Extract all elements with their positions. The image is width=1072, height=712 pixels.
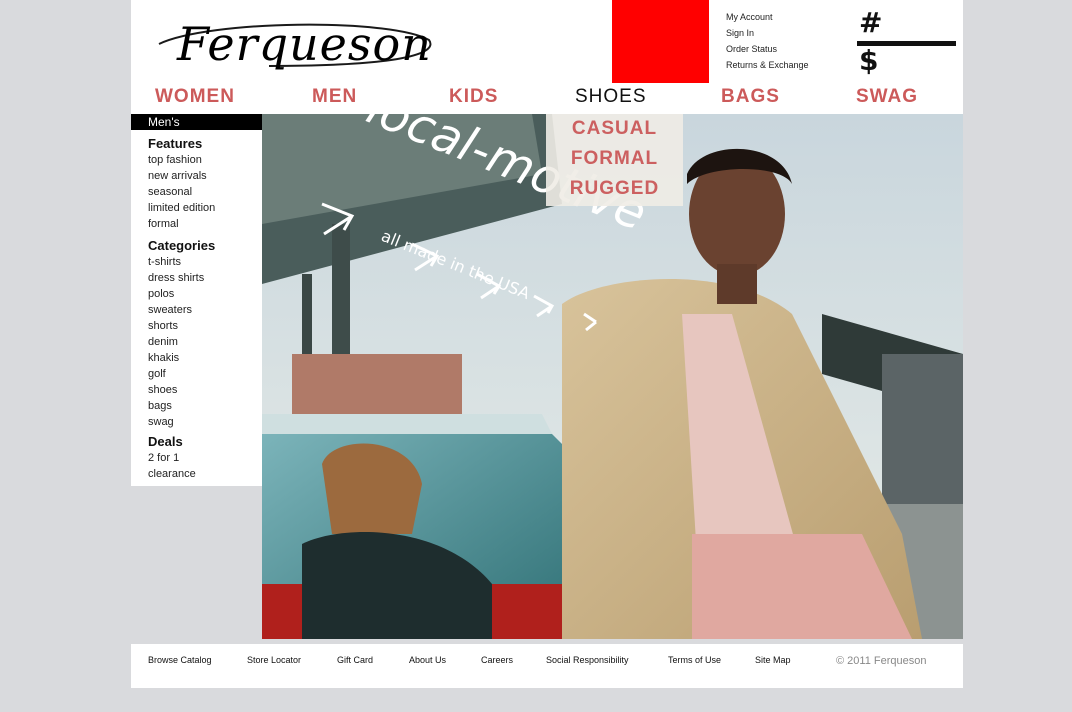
shoes-formal[interactable]: FORMAL	[546, 144, 683, 174]
categories-title: Categories	[148, 238, 216, 253]
sidebar-item-2-for-1[interactable]: 2 for 1	[148, 451, 215, 467]
sidebar-item-t-shirts[interactable]: t-shirts	[148, 255, 215, 271]
sidebar-item-seasonal[interactable]: seasonal	[148, 185, 215, 201]
footer-site-map[interactable]: Site Map	[755, 655, 791, 665]
sidebar-header: Men's	[131, 114, 262, 130]
footer-gift-card[interactable]: Gift Card	[337, 655, 373, 665]
nav-shoes[interactable]: SHOES	[575, 86, 647, 108]
sidebar-list: Features top fashion new arrivals season…	[148, 135, 215, 483]
sidebar-item-top-fashion[interactable]: top fashion	[148, 153, 215, 169]
copyright: © 2011 Ferqueson	[836, 655, 927, 667]
sidebar-item-sweaters[interactable]: sweaters	[148, 303, 215, 319]
footer-careers[interactable]: Careers	[481, 655, 513, 665]
sidebar-item-clearance[interactable]: clearance	[148, 467, 215, 483]
nav-bags[interactable]: BAGS	[721, 86, 780, 108]
sidebar-item-khakis[interactable]: khakis	[148, 351, 215, 367]
logo[interactable]: Ferqueson	[149, 10, 439, 78]
red-promo-block	[612, 0, 709, 83]
order-status-link[interactable]: Order Status	[726, 42, 809, 58]
sidebar-item-golf[interactable]: golf	[148, 367, 215, 383]
nav-women[interactable]: WOMEN	[155, 86, 235, 108]
site-footer: Browse Catalog Store Locator Gift Card A…	[131, 644, 963, 688]
returns-exchange-link[interactable]: Returns & Exchange	[726, 58, 809, 74]
logo-swash: Ferqueson	[158, 17, 432, 71]
sidebar-item-swag[interactable]: swag	[148, 415, 215, 431]
footer-store-locator[interactable]: Store Locator	[247, 655, 301, 665]
page-container: Ferqueson My Account Sign In Order Statu…	[131, 0, 963, 712]
shoes-dropdown: CASUAL FORMAL RUGGED	[546, 114, 683, 206]
sidebar: Men's Features top fashion new arrivals …	[131, 114, 262, 486]
footer-terms-of-use[interactable]: Terms of Use	[668, 655, 721, 665]
sidebar-item-denim[interactable]: denim	[148, 335, 215, 351]
shoes-casual[interactable]: CASUAL	[546, 114, 683, 144]
logo-text: Ferqueson	[176, 17, 432, 71]
hash-icon: #	[859, 6, 883, 39]
cart-widget[interactable]: # $	[857, 6, 957, 82]
footer-about-us[interactable]: About Us	[409, 655, 446, 665]
nav-men[interactable]: MEN	[312, 86, 357, 108]
sidebar-item-new-arrivals[interactable]: new arrivals	[148, 169, 215, 185]
nav-swag[interactable]: SWAG	[856, 86, 918, 108]
sign-in-link[interactable]: Sign In	[726, 26, 809, 42]
sidebar-item-bags[interactable]: bags	[148, 399, 215, 415]
utility-links: My Account Sign In Order Status Returns …	[726, 10, 809, 74]
sidebar-item-polos[interactable]: polos	[148, 287, 215, 303]
sidebar-item-shorts[interactable]: shorts	[148, 319, 215, 335]
footer-browse-catalog[interactable]: Browse Catalog	[148, 655, 212, 665]
shoes-rugged[interactable]: RUGGED	[546, 174, 683, 204]
footer-social-responsibility[interactable]: Social Responsibility	[546, 655, 629, 665]
main-nav: WOMEN MEN KIDS SHOES BAGS SWAG	[131, 86, 963, 114]
deals-title: Deals	[148, 434, 183, 449]
sidebar-item-formal[interactable]: formal	[148, 217, 215, 233]
sidebar-item-limited-edition[interactable]: limited edition	[148, 201, 215, 217]
my-account-link[interactable]: My Account	[726, 10, 809, 26]
nav-kids[interactable]: KIDS	[449, 86, 498, 108]
sidebar-item-dress-shirts[interactable]: dress shirts	[148, 271, 215, 287]
sidebar-item-shoes[interactable]: shoes	[148, 383, 215, 399]
features-title: Features	[148, 136, 203, 151]
site-header: Ferqueson My Account Sign In Order Statu…	[131, 0, 963, 114]
dollar-icon: $	[859, 44, 879, 77]
